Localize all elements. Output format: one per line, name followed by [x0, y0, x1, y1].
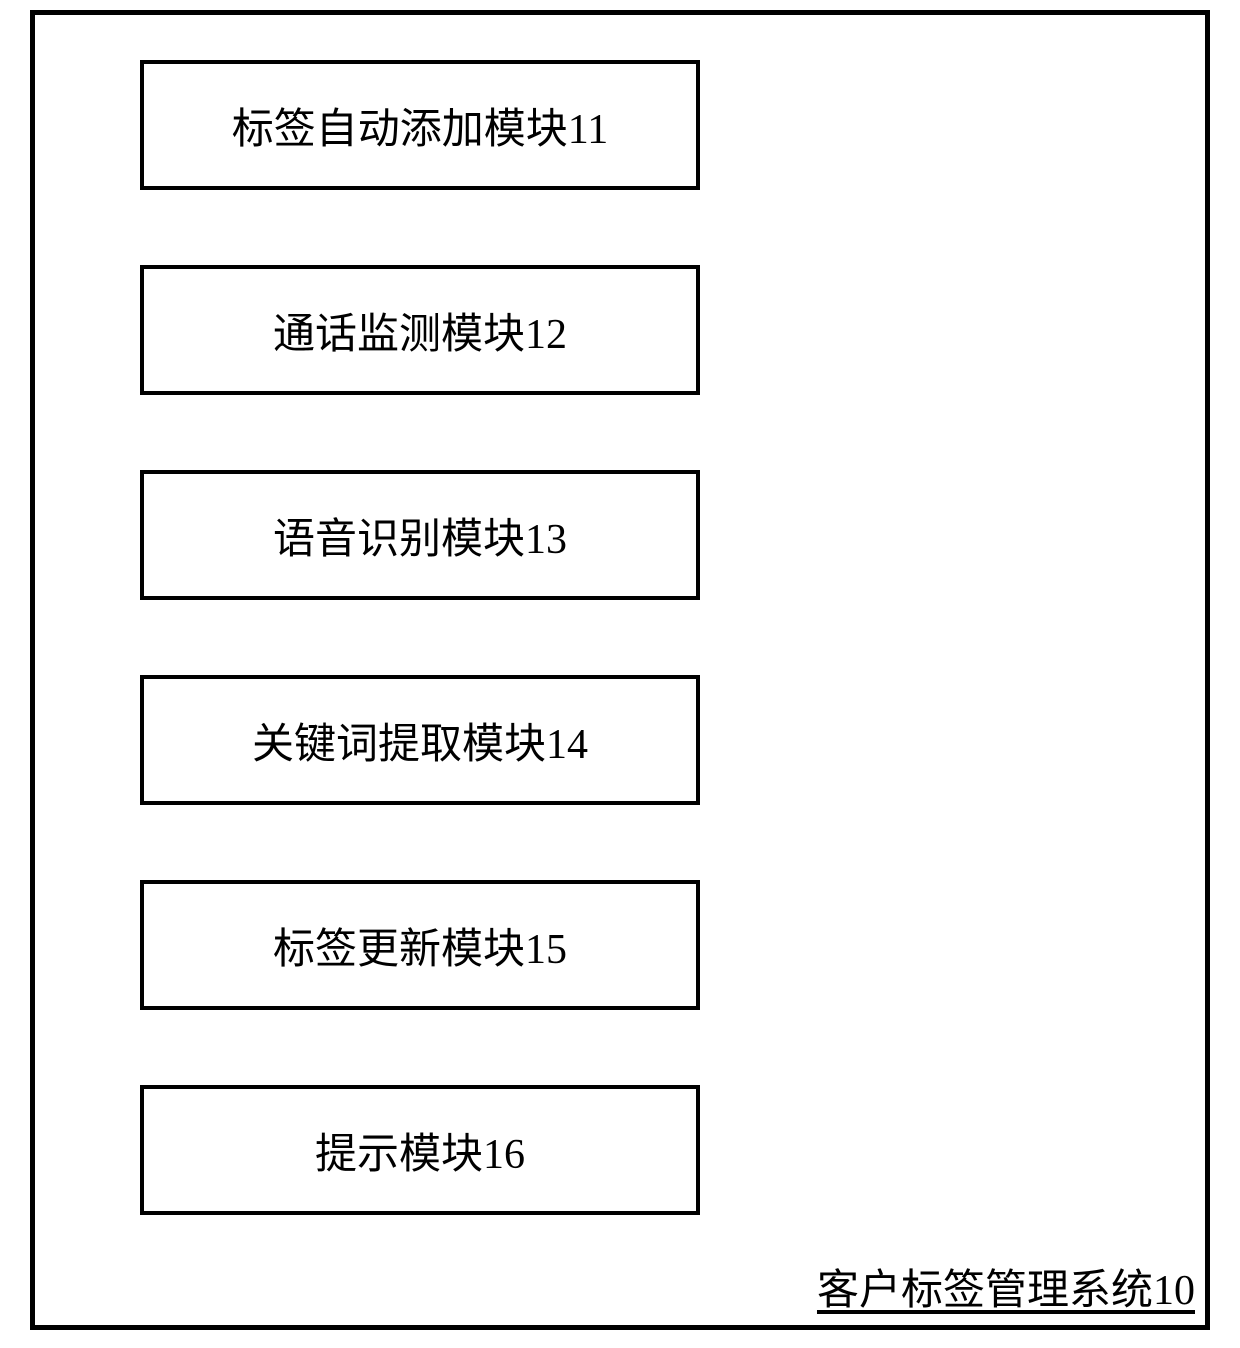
module-tag-update: 标签更新模块15	[140, 880, 700, 1010]
module-label: 通话监测模块12	[273, 300, 567, 361]
module-prompt: 提示模块16	[140, 1085, 700, 1215]
module-speech-recognition: 语音识别模块13	[140, 470, 700, 600]
module-label: 标签自动添加模块11	[232, 95, 608, 156]
module-label: 关键词提取模块14	[252, 710, 588, 771]
module-stack: 标签自动添加模块11 通话监测模块12 语音识别模块13 关键词提取模块14 标…	[35, 15, 1205, 1215]
module-keyword-extraction: 关键词提取模块14	[140, 675, 700, 805]
module-label: 提示模块16	[315, 1120, 525, 1181]
module-label: 语音识别模块13	[273, 505, 567, 566]
module-call-monitor: 通话监测模块12	[140, 265, 700, 395]
system-label: 客户标签管理系统10	[817, 1256, 1195, 1317]
module-auto-add-tag: 标签自动添加模块11	[140, 60, 700, 190]
module-label: 标签更新模块15	[273, 915, 567, 976]
system-container: 标签自动添加模块11 通话监测模块12 语音识别模块13 关键词提取模块14 标…	[30, 10, 1210, 1330]
